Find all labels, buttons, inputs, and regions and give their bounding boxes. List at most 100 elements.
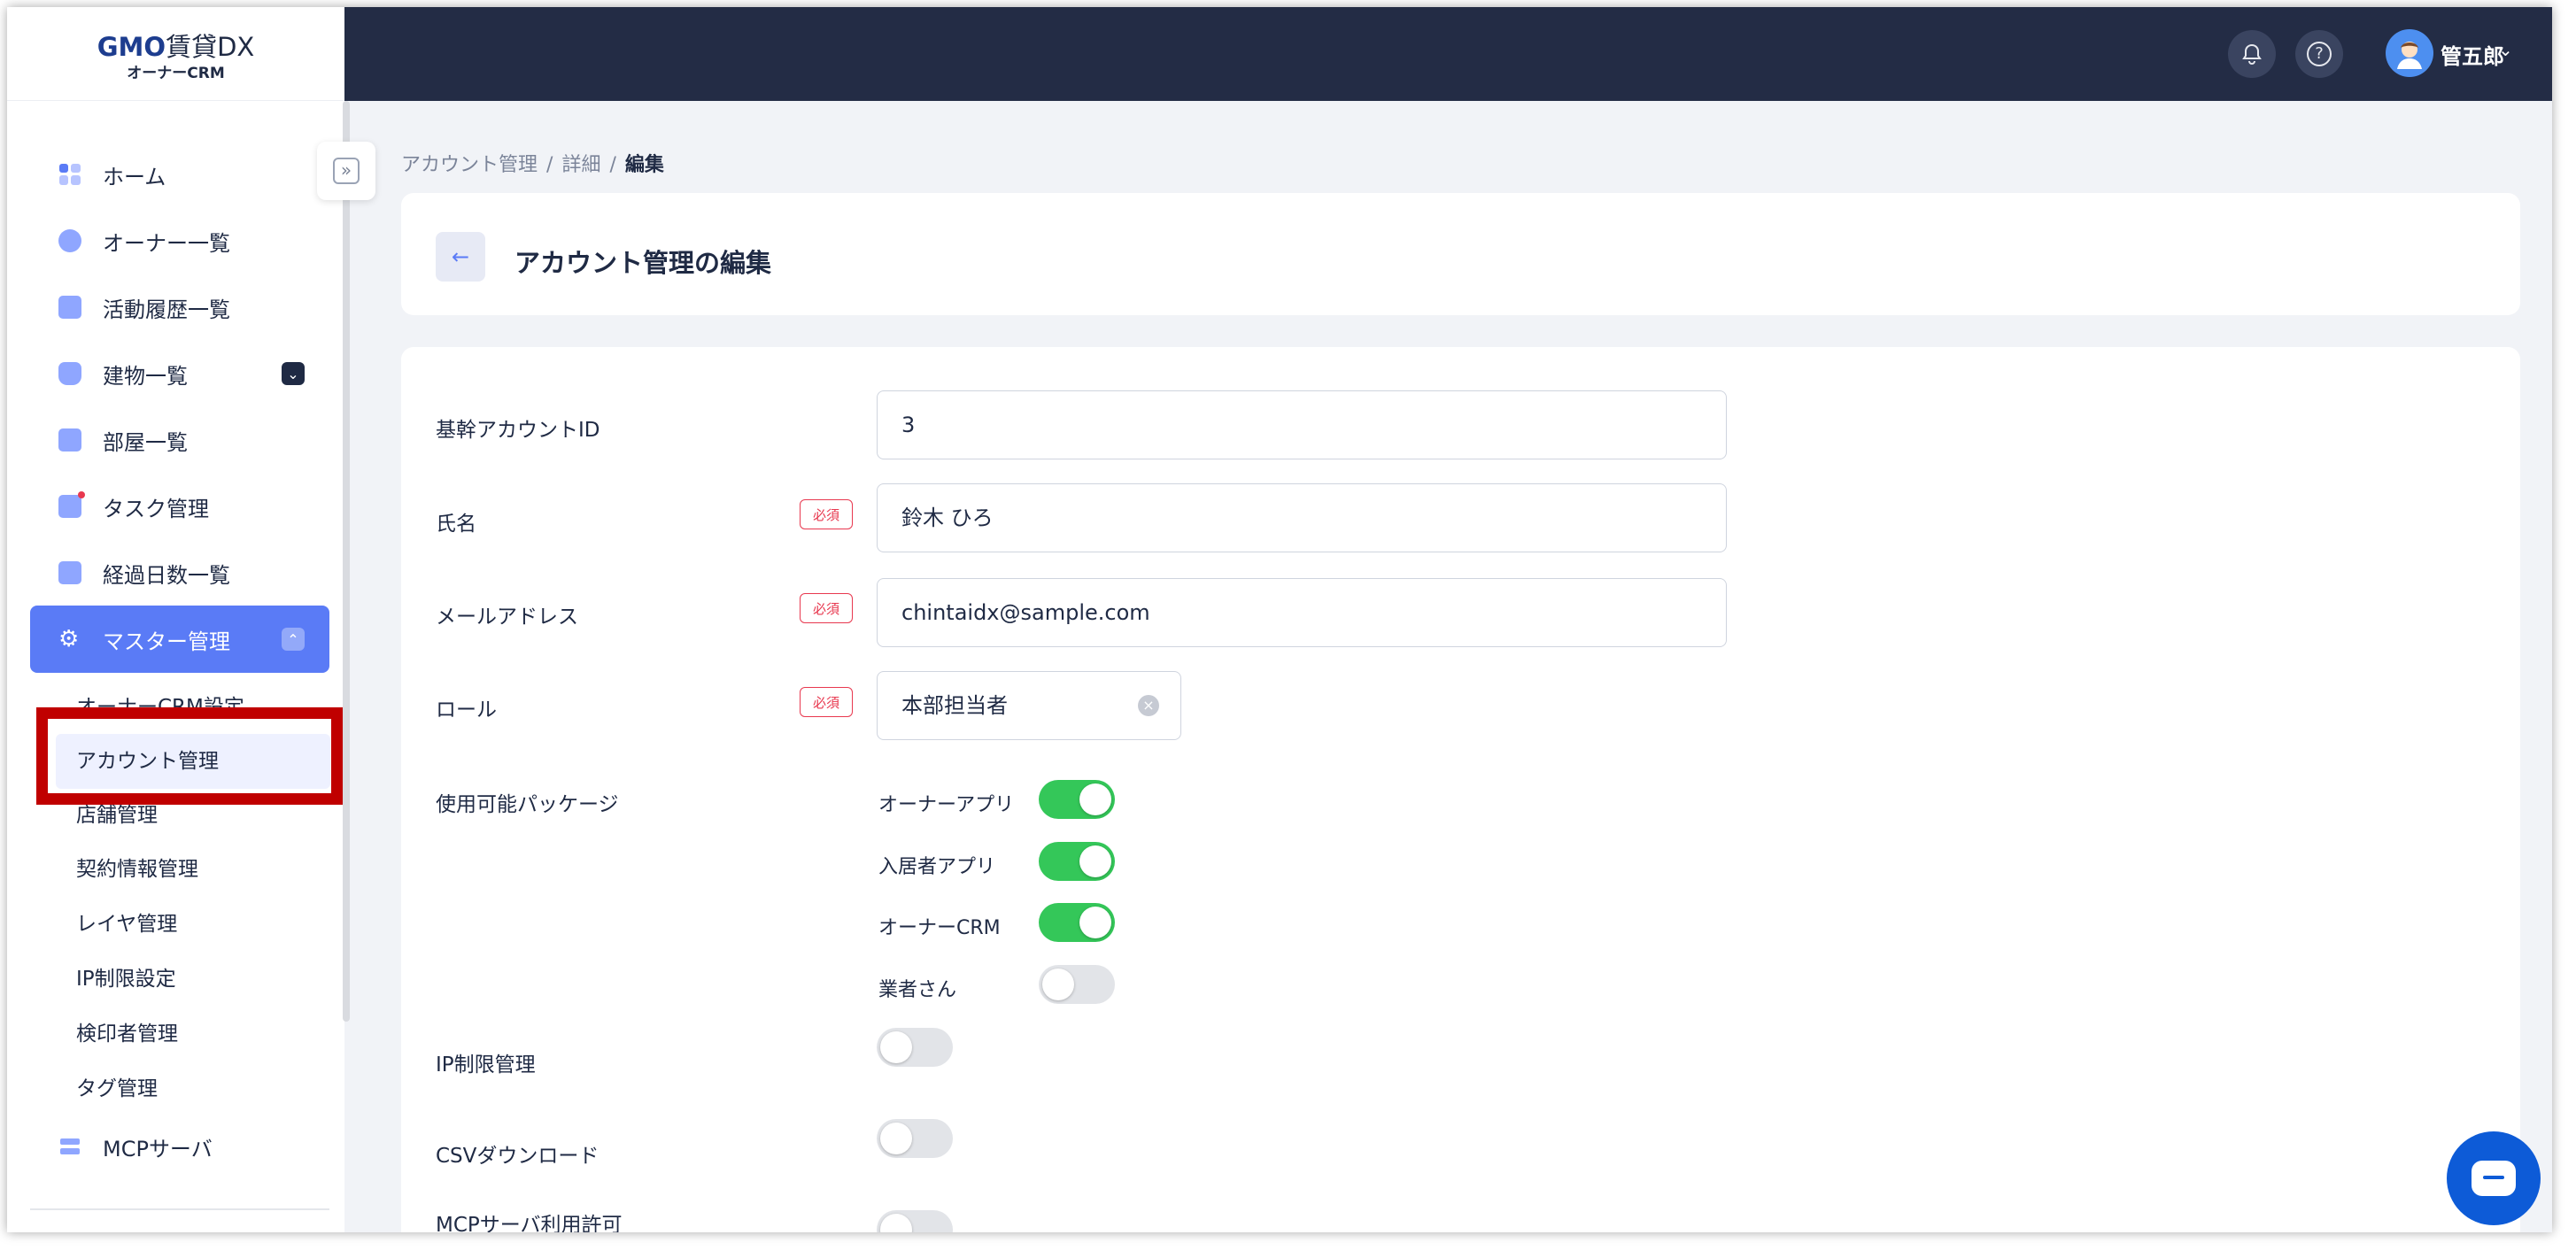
toggle-knob [1079,907,1111,938]
field-label-csv-download: CSVダウンロード [436,1145,600,1168]
email-input[interactable]: chintaidx@sample.com [877,578,1727,647]
toggle-owner-app[interactable] [1039,780,1115,819]
package-label-owner-app: オーナーアプリ [878,794,1015,816]
page-header-card: ← アカウント管理の編集 [401,193,2520,315]
role-select[interactable]: 本部担当者 × [877,671,1181,740]
help-icon[interactable]: ? [2295,30,2343,78]
sidebar-item-label: タスク管理 [103,496,209,521]
role-select-value: 本部担当者 [901,693,1008,718]
avatar[interactable] [2386,29,2433,77]
sidebar-item-master[interactable]: ⚙ マスター管理 ⌃ [30,606,329,673]
chat-support-button[interactable] [2447,1131,2541,1225]
chat-icon [2472,1161,2516,1196]
elapsed-icon [58,561,81,584]
back-button[interactable]: ← [436,232,485,282]
sidebar-item-label: 建物一覧 [103,363,188,389]
logo-product: 賃貸DX [166,32,255,62]
arrow-left-icon: ← [451,244,470,269]
sidebar-subitem-tag-management[interactable]: タグ管理 [76,1071,158,1107]
app-window: GMO賃貸DX オーナーCRM ホーム オーナー一覧 活動履歴一覧 建物一覧 ⌄… [7,7,2552,1232]
chevron-down-icon[interactable]: ⌄ [2498,39,2513,60]
toggle-owner-crm[interactable] [1039,903,1115,942]
top-bar: ? 管五郎 ⌄ [344,7,2552,101]
toggle-knob [880,1214,912,1232]
sidebar-subitem-ip-restriction[interactable]: IP制限設定 [76,961,176,997]
sidebar-item-label: オーナー一覧 [103,230,230,256]
sidebar-item-label: MCPサーバ [103,1136,213,1162]
name-input[interactable]: 鈴木 ひろ [877,483,1727,552]
toggle-ip-restriction[interactable] [877,1028,953,1067]
toggle-mcp-permission[interactable] [877,1210,953,1232]
required-badge: 必須 [800,499,853,529]
sidebar-item-elapsed[interactable]: 経過日数一覧 [30,548,329,598]
sidebar-item-label: ホーム [103,164,166,189]
field-label-name: 氏名 [436,513,476,536]
breadcrumb-item[interactable]: アカウント管理 [401,154,538,176]
room-icon [58,428,81,451]
breadcrumb-current: 編集 [624,154,664,176]
user-name[interactable]: 管五郎 [2441,39,2504,70]
toggle-knob [1042,969,1074,1000]
logo-main: GMO賃貸DX [7,27,344,64]
breadcrumb-separator: / [609,154,616,176]
sidebar-item-tasks[interactable]: タスク管理 [30,482,329,531]
gear-icon: ⚙ [58,626,80,652]
home-icon [58,163,81,186]
toggle-knob [1079,845,1111,877]
breadcrumb: アカウント管理 / 詳細 / 編集 [401,149,664,177]
field-label-mcp-permission: MCPサーバ利用許可 [436,1214,623,1232]
chevron-up-icon[interactable]: ⌃ [282,628,305,651]
chevron-down-icon[interactable]: ⌄ [282,362,305,385]
sidebar-divider [30,1208,329,1210]
help-glyph: ? [2307,42,2332,66]
toggle-vendor[interactable] [1039,965,1115,1004]
toggle-csv-download[interactable] [877,1119,953,1158]
toggle-knob [880,1031,912,1063]
package-label-tenant-app: 入居者アプリ [878,856,996,878]
page-title: アカウント管理の編集 [514,248,772,278]
sidebar-subitem-contract-management[interactable]: 契約情報管理 [76,852,198,887]
toggle-knob [880,1123,912,1154]
field-label-packages: 使用可能パッケージ [436,793,619,816]
package-label-owner-crm: オーナーCRM [878,917,1001,939]
field-label-ip-restriction: IP制限管理 [436,1053,536,1077]
field-label-account-id: 基幹アカウントID [436,419,600,442]
account-edit-form: 基幹アカウントID 3 氏名 必須 鈴木 ひろ メールアドレス 必須 chint… [401,347,2520,1232]
sidebar-item-label: マスター管理 [103,629,230,654]
sidebar-item-label: 活動履歴一覧 [103,297,230,322]
toggle-knob [1079,783,1111,815]
sidebar-scrollbar[interactable] [343,101,350,1022]
field-label-role: ロール [436,698,497,722]
required-badge: 必須 [800,593,853,623]
double-chevron-icon: » [333,158,360,184]
sidebar: GMO賃貸DX オーナーCRM ホーム オーナー一覧 活動履歴一覧 建物一覧 ⌄… [7,7,350,1232]
sidebar-subitem-layer-management[interactable]: レイヤ管理 [76,907,177,942]
logo-subtitle: オーナーCRM [127,65,225,82]
owner-icon [58,229,81,252]
sidebar-item-owners[interactable]: オーナー一覧 [30,216,329,266]
sidebar-item-label: 経過日数一覧 [103,562,230,588]
sidebar-item-label: 部屋一覧 [103,429,188,455]
sidebar-item-history[interactable]: 活動履歴一覧 [30,282,329,332]
sidebar-item-buildings[interactable]: 建物一覧 ⌄ [30,349,329,398]
bell-icon[interactable] [2228,30,2276,78]
field-label-email: メールアドレス [436,606,578,629]
clear-icon[interactable]: × [1138,695,1159,716]
required-badge: 必須 [800,687,853,717]
sidebar-subitem-inspector-management[interactable]: 検印者管理 [76,1016,178,1052]
account-id-input[interactable]: 3 [877,390,1727,459]
package-label-vendor: 業者さん [878,979,957,1001]
breadcrumb-item[interactable]: 詳細 [561,154,600,176]
logo[interactable]: GMO賃貸DX オーナーCRM [7,7,344,101]
building-icon [58,362,81,385]
sidebar-collapse-button[interactable]: » [317,142,375,200]
toggle-tenant-app[interactable] [1039,842,1115,881]
sidebar-item-home[interactable]: ホーム [30,150,329,199]
sidebar-item-rooms[interactable]: 部屋一覧 [30,415,329,465]
server-icon [58,1135,81,1158]
notification-dot [78,491,85,498]
sidebar-item-mcp-server[interactable]: MCPサーバ [30,1122,329,1171]
history-icon [58,296,81,319]
highlight-annotation [36,707,343,805]
task-icon [58,491,85,518]
